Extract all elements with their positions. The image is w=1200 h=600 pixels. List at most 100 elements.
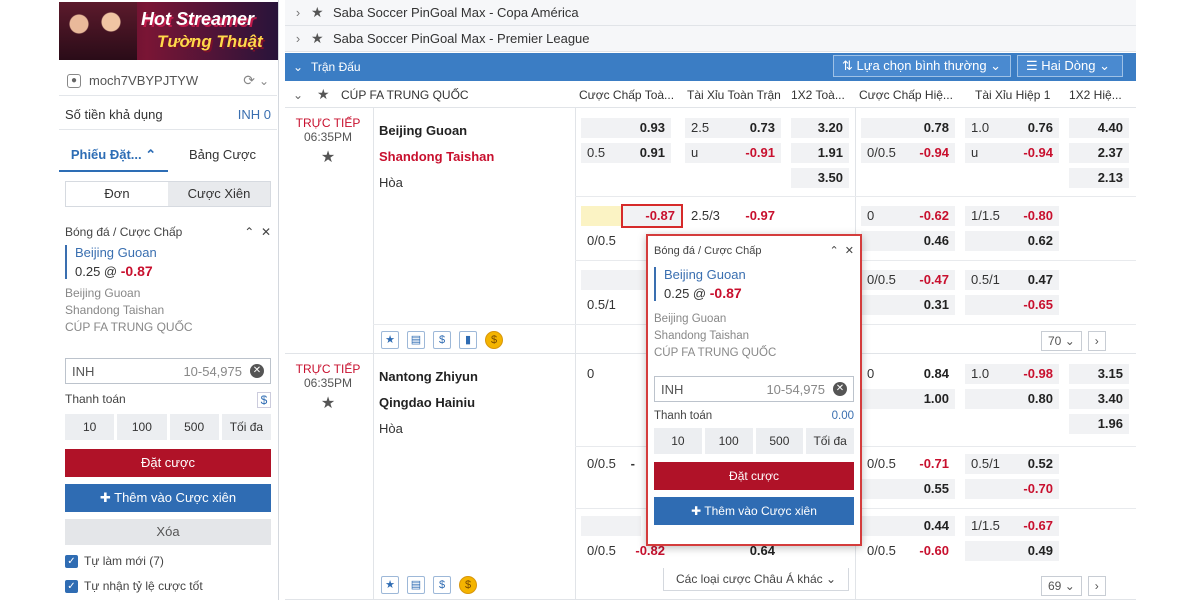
place-bet-button[interactable]: Đặt cược: [65, 449, 271, 477]
star-icon[interactable]: ★: [311, 4, 333, 21]
odds-cell[interactable]: 0.62: [965, 231, 1059, 251]
odds-cell[interactable]: 1/1.5 -0.80: [965, 206, 1059, 226]
odds-cell[interactable]: [581, 206, 621, 226]
coin-icon[interactable]: $: [459, 576, 477, 594]
odds-cell[interactable]: 3.50: [791, 168, 849, 188]
odds-cell[interactable]: 3.40: [1069, 389, 1129, 409]
refresh-icon[interactable]: ⟳: [243, 72, 255, 89]
odds-cell[interactable]: 0.5/1 0.52: [965, 454, 1059, 474]
more-count[interactable]: 70 ⌄: [1041, 331, 1082, 351]
odds-cell[interactable]: 1.91: [791, 143, 849, 163]
odds-cell[interactable]: 1/1.5 -0.67: [965, 516, 1059, 536]
star-icon[interactable]: ★: [381, 576, 399, 594]
chip-10[interactable]: 10: [654, 428, 702, 454]
user-row[interactable]: ● moch7VBYPJTYW ⟳ ⌄: [59, 66, 277, 96]
odds-cell[interactable]: 0/0.5 -0.60: [861, 541, 955, 561]
odds-cell[interactable]: 0.55: [861, 479, 955, 499]
odds-cell[interactable]: 0.93: [581, 118, 671, 138]
chip-500[interactable]: 500: [169, 414, 219, 440]
scoreboard-icon[interactable]: ▤: [407, 576, 425, 594]
stake-input[interactable]: INH 10-54,975 ✕: [654, 376, 854, 402]
chip-max[interactable]: Tối đa: [221, 414, 271, 440]
chip-10[interactable]: 10: [65, 414, 115, 440]
odds-cell[interactable]: 0: [581, 364, 641, 384]
dollar-icon[interactable]: $: [433, 576, 451, 594]
odds-cell[interactable]: 0.49: [965, 541, 1059, 561]
odds-cell[interactable]: 1.00: [861, 389, 955, 409]
view-dropdown[interactable]: ☰ Hai Dòng ⌄: [1017, 55, 1123, 77]
odds-cell[interactable]: 2.37: [1069, 143, 1129, 163]
odds-cell[interactable]: 0.44: [861, 516, 955, 536]
scoreboard-icon[interactable]: ▤: [407, 331, 425, 349]
clear-icon[interactable]: ✕: [250, 364, 264, 378]
chip-100[interactable]: 100: [704, 428, 753, 454]
odds-cell[interactable]: 1.0 0.76: [965, 118, 1059, 138]
odds-cell[interactable]: 0 -0.62: [861, 206, 955, 226]
odds-cell[interactable]: 0/0.5-: [581, 454, 641, 474]
collapse-icon[interactable]: ⌃: [829, 245, 838, 257]
auto-accept-checkbox[interactable]: ✓ Tự nhận tỷ lệ cược tốt: [65, 579, 271, 593]
odds-cell[interactable]: 4.40: [1069, 118, 1129, 138]
odds-cell[interactable]: 3.15: [1069, 364, 1129, 384]
currency-icon[interactable]: $: [257, 392, 271, 408]
tab-bet-list[interactable]: Bảng Cược: [168, 140, 277, 172]
star-icon[interactable]: ★: [285, 147, 371, 167]
odds-cell[interactable]: 0.80: [965, 389, 1059, 409]
odds-cell[interactable]: 0.5 0.91: [581, 143, 671, 163]
tab-parlay[interactable]: Cược Xiên: [168, 182, 270, 206]
selected-odds-cell[interactable]: -0.87: [621, 204, 683, 228]
place-bet-button[interactable]: Đặt cược: [654, 462, 854, 490]
odds-cell[interactable]: 0 0.84: [861, 364, 955, 384]
league-row[interactable]: › ★ Saba Soccer PinGoal Max - Copa América: [285, 0, 1136, 26]
star-icon[interactable]: ★: [317, 86, 330, 103]
clear-button[interactable]: Xóa: [65, 519, 271, 545]
star-icon[interactable]: ★: [381, 331, 399, 349]
odds-cell[interactable]: 0.31: [861, 295, 955, 315]
chevron-down-icon[interactable]: ⌄: [259, 74, 269, 88]
odds-cell[interactable]: 0.5/1 0.47: [965, 270, 1059, 290]
chip-100[interactable]: 100: [117, 414, 167, 440]
odds-cell[interactable]: 0/0.5 -0.47: [861, 270, 955, 290]
stats-icon[interactable]: ▮: [459, 331, 477, 349]
odds-cell[interactable]: 1.96: [1069, 414, 1129, 434]
star-icon[interactable]: ★: [311, 30, 333, 47]
close-icon[interactable]: ✕: [261, 225, 271, 239]
collapse-icon[interactable]: ⌃: [244, 225, 254, 239]
sort-dropdown[interactable]: ⇅ Lựa chọn bình thường ⌄: [833, 55, 1011, 77]
tab-single[interactable]: Đơn: [66, 182, 168, 206]
league-row[interactable]: › ★ Saba Soccer PinGoal Max - Premier Leag…: [285, 26, 1136, 52]
promo-banner[interactable]: Hot Streamer Tường Thuật: [59, 2, 278, 60]
odds-cell[interactable]: 1.0 -0.98: [965, 364, 1059, 384]
tab-bet-slip[interactable]: Phiếu Đặt... ⌃: [59, 140, 168, 172]
odds-cell[interactable]: 0/0.5 -0.94: [861, 143, 955, 163]
chip-max[interactable]: Tối đa: [806, 428, 854, 454]
dollar-icon[interactable]: $: [433, 331, 451, 349]
odds-cell[interactable]: 0.46: [861, 231, 955, 251]
odds-cell[interactable]: 2.13: [1069, 168, 1129, 188]
stake-input[interactable]: INH 10-54,975 ✕: [65, 358, 271, 384]
odds-cell[interactable]: 3.20: [791, 118, 849, 138]
odds-cell[interactable]: -0.70: [965, 479, 1059, 499]
odds-cell[interactable]: 2.5/3 -0.97: [685, 206, 781, 226]
odds-cell[interactable]: 2.5 0.73: [685, 118, 781, 138]
more-count[interactable]: 69 ⌄: [1041, 576, 1082, 596]
auto-refresh-checkbox[interactable]: ✓ Tự làm mới (7): [65, 554, 271, 568]
clear-icon[interactable]: ✕: [833, 382, 847, 396]
odds-cell[interactable]: 0/0.5 -0.71: [861, 454, 955, 474]
chevron-down-icon[interactable]: ⌄: [293, 88, 303, 102]
add-parlay-button[interactable]: ✚ Thêm vào Cược xiên: [65, 484, 271, 512]
close-icon[interactable]: ✕: [845, 245, 854, 257]
chip-500[interactable]: 500: [755, 428, 804, 454]
add-parlay-button[interactable]: ✚ Thêm vào Cược xiên: [654, 497, 854, 525]
more-bets-toggle[interactable]: Các loại cược Châu Á khác ⌄: [663, 568, 850, 591]
chevron-right-icon[interactable]: ›: [1087, 576, 1106, 596]
odds-cell[interactable]: -0.65: [965, 295, 1059, 315]
odds-cell[interactable]: u -0.94: [965, 143, 1059, 163]
odds-cell[interactable]: [581, 516, 641, 536]
odds-cell[interactable]: u -0.91: [685, 143, 781, 163]
collapse-all-icon[interactable]: ⌄: [285, 60, 311, 74]
coin-icon[interactable]: $: [485, 331, 503, 349]
star-icon[interactable]: ★: [285, 393, 371, 413]
odds-cell[interactable]: 0.78: [861, 118, 955, 138]
chevron-right-icon[interactable]: ›: [1087, 331, 1106, 351]
